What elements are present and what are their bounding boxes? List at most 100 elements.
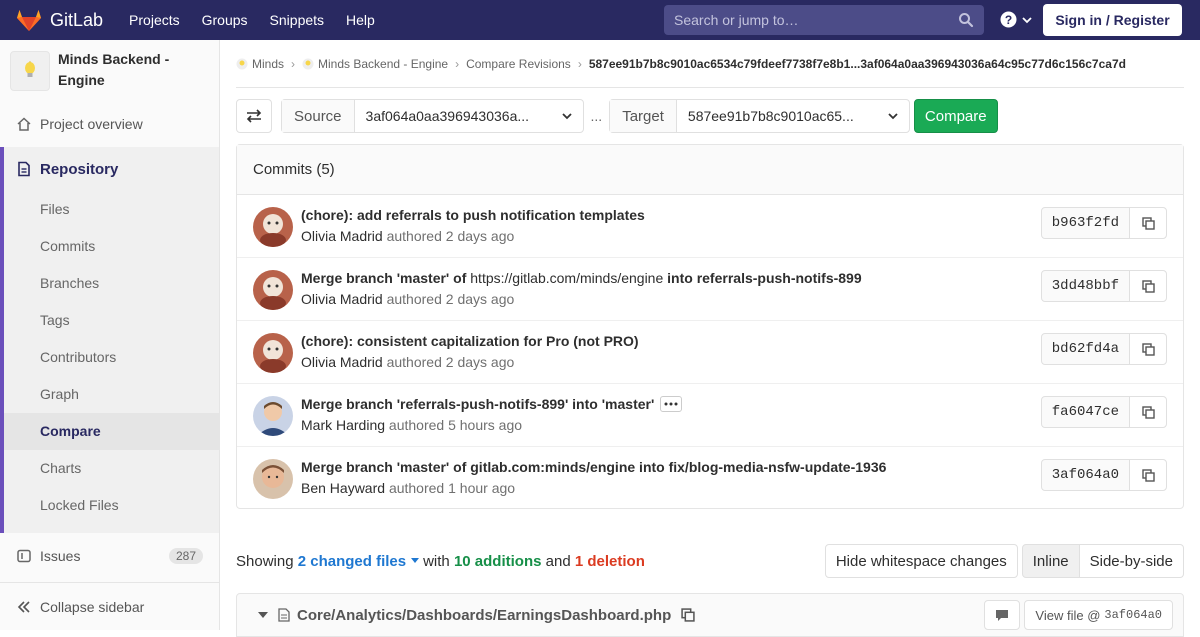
nav-snippets[interactable]: Snippets — [270, 12, 324, 28]
target-ref-selector[interactable]: Target 587ee91b7b8c9010ac65... — [609, 99, 910, 133]
commit-verb: authored — [388, 480, 445, 496]
commit-author[interactable]: Olivia Madrid — [301, 291, 383, 307]
help-dropdown[interactable]: ? — [1000, 11, 1033, 28]
copy-sha-button[interactable] — [1130, 334, 1166, 364]
sidebar-item-tags[interactable]: Tags — [4, 302, 219, 339]
sidebar-item-label: Project overview — [40, 115, 143, 132]
changed-files-dropdown[interactable]: 2 changed files — [298, 553, 423, 570]
commit-sha-group: 3af064a0 — [1040, 459, 1167, 491]
avatar[interactable] — [253, 459, 293, 499]
source-ref-selector[interactable]: Source 3af064a0aa396943036a... — [281, 99, 584, 133]
compare-separator: ... — [590, 108, 603, 124]
commit-title[interactable]: (chore): add referrals to push notificat… — [301, 207, 645, 223]
double-chevron-left-icon — [17, 600, 30, 613]
sidebar-item-locked-files[interactable]: Locked Files — [4, 487, 219, 524]
commit-author[interactable]: Olivia Madrid — [301, 228, 383, 244]
sign-in-button[interactable]: Sign in / Register — [1043, 4, 1182, 36]
sidebar-item-contributors[interactable]: Contributors — [4, 339, 219, 376]
breadcrumb-compare[interactable]: Compare Revisions — [466, 57, 571, 71]
nav-groups[interactable]: Groups — [202, 12, 248, 28]
sidebar-item-issues[interactable]: Issues 287 — [0, 537, 219, 574]
commit-sha[interactable]: bd62fd4a — [1042, 334, 1130, 364]
avatar[interactable] — [253, 270, 293, 310]
toggle-comments-button[interactable] — [984, 600, 1021, 630]
collapse-sidebar-button[interactable]: Collapse sidebar — [0, 582, 219, 630]
commit-title-link[interactable]: https://gitlab.com/minds/engine — [470, 270, 663, 286]
copy-icon — [1141, 405, 1155, 419]
commit-author[interactable]: Olivia Madrid — [301, 354, 383, 370]
additions-count: 10 additions — [453, 552, 542, 570]
user-avatar-icon — [253, 459, 293, 499]
gitlab-home-link[interactable]: GitLab — [16, 0, 103, 40]
compare-button[interactable]: Compare — [913, 99, 998, 133]
summary-and: and — [545, 552, 571, 570]
diff-view-options: Hide whitespace changes Inline Side-by-s… — [824, 544, 1184, 578]
commit-author[interactable]: Mark Harding — [301, 417, 385, 433]
breadcrumb: Minds › Minds Backend - Engine › Compare… — [236, 40, 1184, 88]
copy-sha-button[interactable] — [1130, 460, 1166, 490]
commit-sha-group: bd62fd4a — [1040, 333, 1167, 365]
commit-sha[interactable]: 3dd48bbf — [1042, 271, 1130, 301]
commit-meta: Olivia Madrid authored 2 days ago — [301, 228, 514, 244]
expand-description-button[interactable] — [660, 396, 683, 413]
avatar[interactable] — [253, 396, 293, 436]
lightbulb-icon — [25, 61, 35, 77]
sidebar-item-compare[interactable]: Compare — [4, 413, 219, 450]
sidebar-item-repository[interactable]: Repository — [4, 147, 219, 191]
copy-sha-button[interactable] — [1130, 397, 1166, 427]
user-avatar-icon — [253, 333, 293, 373]
commit-title[interactable]: Merge branch 'referrals-push-notifs-899'… — [301, 396, 683, 413]
breadcrumb-current[interactable]: 587ee91b7b8c9010ac6534c79fdeef7738f7e8b1… — [589, 57, 1126, 71]
commit-time: 2 days ago — [445, 228, 515, 244]
sidebar-item-commits[interactable]: Commits — [4, 228, 219, 265]
copy-sha-button[interactable] — [1130, 208, 1166, 238]
issues-count-badge: 287 — [168, 547, 203, 564]
file-path[interactable]: Core/Analytics/Dashboards/EarningsDashbo… — [297, 607, 671, 624]
sidebar-item-files[interactable]: Files — [4, 191, 219, 228]
diff-file-header: Core/Analytics/Dashboards/EarningsDashbo… — [236, 593, 1184, 637]
copy-sha-button[interactable] — [1130, 271, 1166, 301]
project-header[interactable]: Minds Backend - Engine — [0, 40, 219, 106]
summary-showing: Showing — [236, 552, 294, 570]
copy-icon[interactable] — [681, 608, 695, 622]
sidebar-item-charts[interactable]: Charts — [4, 450, 219, 487]
sidebar-item-branches[interactable]: Branches — [4, 265, 219, 302]
nav-help[interactable]: Help — [346, 12, 375, 28]
commit-sha[interactable]: fa6047ce — [1042, 397, 1130, 427]
source-dropdown[interactable]: 3af064a0aa396943036a... — [355, 100, 583, 132]
collapse-label: Collapse sidebar — [40, 598, 145, 615]
main-content: Minds › Minds Backend - Engine › Compare… — [236, 40, 1184, 637]
hide-whitespace-button[interactable]: Hide whitespace changes — [824, 544, 1018, 578]
commit-sha[interactable]: b963f2fd — [1042, 208, 1130, 238]
breadcrumb-project[interactable]: Minds Backend - Engine — [318, 57, 448, 71]
project-sidebar: Minds Backend - Engine Project overview … — [0, 40, 220, 630]
commit-title[interactable]: Merge branch 'master' of gitlab.com:mind… — [301, 459, 886, 475]
copy-icon — [1141, 468, 1155, 482]
collapse-file-toggle[interactable] — [258, 612, 268, 618]
swap-revisions-button[interactable] — [236, 99, 272, 133]
commit-row: Merge branch 'master' of https://gitlab.… — [237, 258, 1183, 321]
commit-row: (chore): add referrals to push notificat… — [237, 195, 1183, 258]
commit-title[interactable]: Merge branch 'master' of https://gitlab.… — [301, 270, 862, 286]
nav-projects[interactable]: Projects — [129, 12, 180, 28]
sidebar-item-overview[interactable]: Project overview — [0, 105, 219, 142]
commit-row: Merge branch 'referrals-push-notifs-899'… — [237, 384, 1183, 447]
view-file-button[interactable]: View file @ 3af064a0 — [1024, 600, 1173, 630]
commit-sha[interactable]: 3af064a0 — [1042, 460, 1130, 490]
avatar[interactable] — [253, 333, 293, 373]
avatar[interactable] — [253, 207, 293, 247]
commit-title[interactable]: (chore): consistent capitalization for P… — [301, 333, 639, 349]
side-by-side-button[interactable]: Side-by-side — [1079, 544, 1184, 578]
target-dropdown[interactable]: 587ee91b7b8c9010ac65... — [677, 100, 909, 132]
search-icon — [959, 13, 974, 28]
target-value: 587ee91b7b8c9010ac65... — [687, 108, 854, 124]
search-input[interactable]: Search or jump to… — [664, 5, 984, 35]
target-label: Target — [610, 100, 677, 132]
inline-view-button[interactable]: Inline — [1021, 544, 1080, 578]
nav-links: Projects Groups Snippets Help — [129, 0, 397, 40]
commit-author[interactable]: Ben Hayward — [301, 480, 385, 496]
sidebar-item-graph[interactable]: Graph — [4, 376, 219, 413]
top-navbar: GitLab Projects Groups Snippets Help Sea… — [0, 0, 1200, 40]
breadcrumb-minds[interactable]: Minds — [252, 57, 284, 71]
commit-row: (chore): consistent capitalization for P… — [237, 321, 1183, 384]
